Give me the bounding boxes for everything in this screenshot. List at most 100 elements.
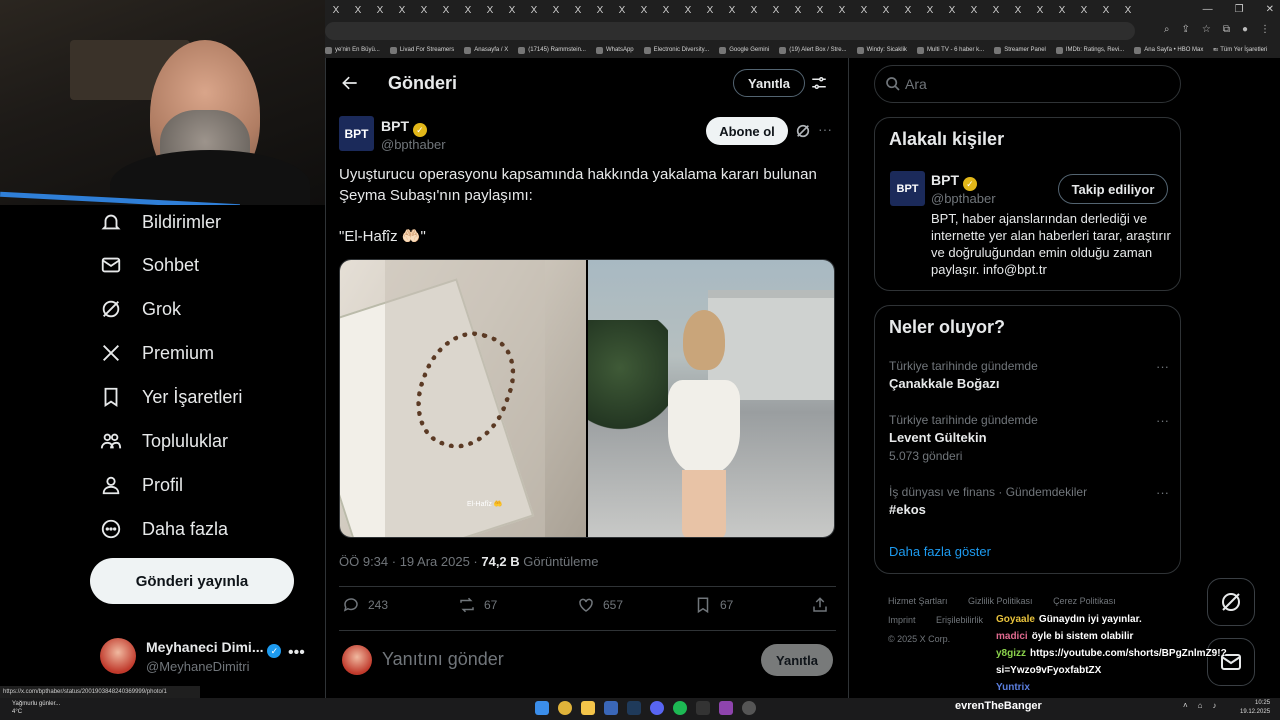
trend-more-icon[interactable]: ···	[1156, 359, 1169, 374]
tab-close-icon[interactable]: X	[1029, 5, 1051, 16]
nav-item-more[interactable]: Daha fazla	[100, 518, 228, 540]
tab-close-icon[interactable]: X	[369, 5, 391, 16]
bookmark-item[interactable]: Livad For Streamers	[389, 46, 454, 54]
following-button[interactable]: Takip ediliyor	[1058, 174, 1168, 204]
tab-close-icon[interactable]: X	[479, 5, 501, 16]
network-icon[interactable]: ⌂	[1198, 701, 1203, 710]
epic-icon[interactable]	[696, 701, 710, 715]
tab-close-icon[interactable]: X	[985, 5, 1007, 16]
tab-close-icon[interactable]: X	[963, 5, 985, 16]
repost-action[interactable]: 67	[458, 596, 497, 614]
back-arrow-icon[interactable]	[340, 73, 360, 93]
nav-item-premium[interactable]: Premium	[100, 342, 214, 364]
tab-close-icon[interactable]: X	[347, 5, 369, 16]
share-action[interactable]	[811, 596, 829, 614]
folder-icon[interactable]	[581, 701, 595, 715]
tab-close-icon[interactable]: X	[919, 5, 941, 16]
nav-item-bookmarks[interactable]: Yer İşaretleri	[100, 386, 242, 408]
trend-item[interactable]: Türkiye tarihinde gündemde Çanakkale Boğ…	[889, 359, 1169, 391]
start-icon[interactable]	[535, 701, 549, 715]
tab-close-icon[interactable]: X	[1007, 5, 1029, 16]
tab-close-icon[interactable]: X	[765, 5, 787, 16]
media-image-book[interactable]: El-Hafîz 🤲	[340, 260, 586, 537]
bookmark-item[interactable]: WhatsApp	[595, 46, 634, 54]
post-media[interactable]: El-Hafîz 🤲	[339, 259, 835, 538]
bookmark-item[interactable]: Anasayfa / X	[464, 46, 508, 54]
reply-submit-button[interactable]: Yanıtla	[761, 644, 833, 676]
app-icon[interactable]	[719, 701, 733, 715]
bookmark-item[interactable]: (19) Alert Box / Stre...	[779, 46, 847, 54]
tab-close-icon[interactable]: X	[545, 5, 567, 16]
bookmark-action[interactable]: 67	[694, 596, 733, 614]
tab-close-icon[interactable]: X	[743, 5, 765, 16]
profile-icon[interactable]: ●	[1242, 24, 1248, 35]
author-name[interactable]: BPT ✓	[381, 118, 427, 137]
tab-close-icon[interactable]: X	[875, 5, 897, 16]
tab-close-icon[interactable]: X	[413, 5, 435, 16]
trend-more-icon[interactable]: ···	[1156, 413, 1169, 428]
author-avatar[interactable]: BPT	[339, 116, 374, 151]
bookmark-item[interactable]: Windy: Sicaklik	[856, 46, 907, 54]
nav-item-chat[interactable]: Sohbet	[100, 254, 199, 276]
search-input[interactable]: Ara	[874, 65, 1181, 103]
tab-close-icon[interactable]: X	[1095, 5, 1117, 16]
tab-close-icon[interactable]: X	[435, 5, 457, 16]
weather-widget[interactable]: Yağmurlu günler... 4°C	[12, 700, 60, 716]
sliders-icon[interactable]	[810, 74, 828, 92]
trend-more-icon[interactable]: ···	[1156, 485, 1169, 500]
nav-item-grok[interactable]: Grok	[100, 298, 181, 320]
tab-close-icon[interactable]: X	[897, 5, 919, 16]
menu-icon[interactable]: ⋮	[1260, 24, 1270, 35]
tab-close-icon[interactable]: X	[523, 5, 545, 16]
tab-close-icon[interactable]: X	[809, 5, 831, 16]
bookmark-item[interactable]: ye'nin En Büyü...	[325, 46, 380, 54]
related-avatar[interactable]: BPT	[890, 171, 925, 206]
tab-close-icon[interactable]: X	[941, 5, 963, 16]
author-handle[interactable]: @bpthaber	[381, 137, 446, 152]
tab-close-icon[interactable]: X	[633, 5, 655, 16]
chevron-up-icon[interactable]: ˄	[1183, 701, 1188, 710]
tab-close-icon[interactable]: X	[391, 5, 413, 16]
post-button[interactable]: Gönderi yayınla	[90, 558, 294, 604]
account-more-icon[interactable]: •••	[288, 644, 305, 662]
reply-input[interactable]: Yanıtını gönder	[382, 649, 504, 670]
subscribe-button[interactable]: Abone ol	[706, 117, 788, 145]
trend-item[interactable]: Türkiye tarihinde gündemde Levent Gültek…	[889, 413, 1169, 463]
share-icon[interactable]: ⇪	[1181, 24, 1189, 35]
star-icon[interactable]: ☆	[1202, 24, 1211, 35]
obs-icon[interactable]	[742, 701, 756, 715]
trend-item[interactable]: İş dünyası ve finans · Gündemdekiler #ek…	[889, 485, 1169, 517]
tab-close-icon[interactable]: X	[787, 5, 809, 16]
tab-close-icon[interactable]: X	[677, 5, 699, 16]
tab-close-icon[interactable]: X	[831, 5, 853, 16]
footer-link[interactable]: Imprint	[888, 615, 916, 625]
chrome-icon[interactable]	[558, 701, 572, 715]
maximize-button[interactable]: ❐	[1235, 0, 1244, 20]
bookmark-item[interactable]: Streamer Panel	[994, 46, 1046, 54]
tab-close-icon[interactable]: X	[325, 5, 347, 16]
app-icon[interactable]	[604, 701, 618, 715]
url-input[interactable]	[325, 22, 1135, 40]
post-more-icon[interactable]: ···	[818, 121, 832, 137]
account-switcher[interactable]: Meyhaneci Dimi... ✓ @MeyhaneDimitri •••	[100, 638, 315, 678]
bookmark-item[interactable]: Google Gemini	[719, 46, 769, 54]
tab-close-icon[interactable]: X	[853, 5, 875, 16]
bookmark-item[interactable]: Electronic Diversity...	[643, 46, 709, 54]
bookmark-item[interactable]: Multi TV - 6 haber k...	[916, 46, 984, 54]
tab-close-icon[interactable]: X	[501, 5, 523, 16]
footer-link[interactable]: Gizlilik Politikası	[968, 596, 1033, 606]
related-handle[interactable]: @bpthaber	[931, 191, 996, 206]
bookmark-item[interactable]: Ana Sayfa • HBO Max	[1134, 46, 1203, 54]
footer-link[interactable]: Hizmet Şartları	[888, 596, 948, 606]
tab-close-icon[interactable]: X	[1051, 5, 1073, 16]
nav-item-communities[interactable]: Topluluklar	[100, 430, 228, 452]
tab-close-icon[interactable]: X	[1073, 5, 1095, 16]
grok-icon[interactable]	[795, 123, 811, 139]
like-action[interactable]: 657	[577, 596, 623, 614]
tab-close-icon[interactable]: X	[567, 5, 589, 16]
tab-close-icon[interactable]: X	[721, 5, 743, 16]
tab-close-icon[interactable]: X	[589, 5, 611, 16]
tab-close-icon[interactable]: X	[611, 5, 633, 16]
bookmarks-all[interactable]: ▭ Tüm Yer İşaretleri	[1213, 42, 1274, 58]
tab-close-icon[interactable]: X	[699, 5, 721, 16]
